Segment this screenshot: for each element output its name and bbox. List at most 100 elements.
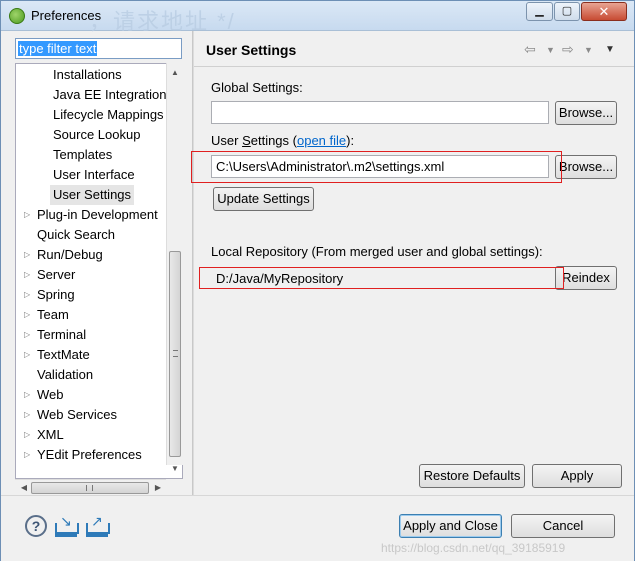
tree-item-label: User Settings — [50, 185, 135, 205]
back-menu-chevron-icon[interactable]: ▼ — [546, 45, 555, 55]
user-settings-label-mnemonic: S — [242, 133, 251, 148]
tree-item-label: Team — [37, 307, 69, 322]
scroll-down-arrow-icon[interactable]: ▼ — [167, 461, 183, 477]
scroll-left-arrow-icon[interactable]: ◀ — [17, 480, 31, 496]
tree-item-label: Java EE Integration — [53, 87, 167, 102]
tree-item-label: Source Lookup — [53, 127, 141, 142]
tree-item[interactable]: Quick Search — [16, 225, 166, 245]
back-arrow-icon[interactable]: ⇦ — [524, 41, 536, 58]
tree-item-label: Installations — [53, 67, 122, 82]
filter-input[interactable]: type filter text — [15, 38, 182, 59]
global-settings-label: Global Settings: — [211, 80, 303, 95]
tree-item-label: XML — [37, 427, 64, 442]
tree-item[interactable]: ▷ Web — [16, 385, 166, 405]
tree-item[interactable]: Source Lookup — [16, 125, 166, 145]
tree-item-label: Run/Debug — [37, 247, 103, 262]
expand-arrow-icon[interactable]: ▷ — [24, 325, 30, 345]
maximize-button[interactable]: ▢ — [554, 2, 580, 21]
tree-item-label: Terminal — [37, 327, 87, 342]
expand-arrow-icon[interactable]: ▷ — [24, 285, 30, 305]
tree-item-label: Templates — [53, 147, 113, 162]
expand-arrow-icon[interactable]: ▷ — [24, 205, 30, 225]
global-settings-input[interactable] — [211, 101, 549, 124]
cancel-button[interactable]: Cancel — [511, 514, 615, 538]
minimize-icon: ▁ — [535, 5, 544, 17]
user-settings-label-prefix: User — [211, 133, 243, 148]
forward-arrow-icon[interactable]: ⇨ — [562, 41, 574, 58]
tree-item-label: Web Services — [37, 407, 117, 422]
tree-item[interactable]: Validation — [16, 365, 166, 385]
forward-menu-chevron-icon[interactable]: ▼ — [584, 45, 593, 55]
tree-horizontal-scrollbar[interactable]: ◀ ▶ — [15, 479, 166, 495]
user-browse-button[interactable]: Browse... — [555, 155, 617, 179]
tree-item[interactable]: Templates — [16, 145, 166, 165]
export-icon[interactable]: ↗ — [86, 513, 110, 537]
tree-item-label: Plug-in Development — [37, 207, 158, 222]
close-button[interactable]: ✕ — [581, 2, 627, 21]
tree-item-label: User Interface — [53, 167, 135, 182]
user-settings-label: User Settings (open file): — [211, 133, 354, 148]
user-settings-input[interactable]: C:\Users\Administrator\.m2\settings.xml — [211, 155, 549, 178]
local-repository-value: D:/Java/MyRepository — [211, 267, 549, 290]
reindex-button[interactable]: Reindex — [555, 266, 617, 290]
tree-item-label: Spring — [37, 287, 75, 302]
expand-arrow-icon[interactable]: ▷ — [24, 425, 30, 445]
watermark-text: https://blog.csdn.net/qq_39185919 — [381, 541, 566, 555]
page-header: User Settings ⇦ ▼ ⇨ ▼ ▼ — [194, 31, 634, 67]
expand-arrow-icon[interactable]: ▷ — [24, 405, 30, 425]
tree-item-label: Server — [37, 267, 76, 282]
scroll-thumb-horizontal[interactable] — [31, 482, 149, 494]
user-settings-label-suffix: ): — [346, 133, 355, 148]
close-icon: ✕ — [598, 4, 610, 19]
tree-item[interactable]: User Settings — [16, 185, 166, 205]
tree-item[interactable]: User Interface — [16, 165, 166, 185]
scroll-thumb[interactable] — [169, 251, 181, 457]
tree-item[interactable]: ▷ Run/Debug — [16, 245, 166, 265]
tree-item[interactable]: ▷ Spring — [16, 285, 166, 305]
export-arrow-icon: ↗ — [91, 513, 103, 529]
tree-item[interactable]: Java EE Integration — [16, 85, 166, 105]
tree-item[interactable]: Lifecycle Mappings — [16, 105, 166, 125]
open-file-link[interactable]: open file — [297, 133, 346, 148]
tree-item[interactable]: ▷ YEdit Preferences — [16, 445, 166, 465]
expand-arrow-icon[interactable]: ▷ — [24, 265, 30, 285]
preferences-tree: Installations Java EE Integration Lifecycl… — [15, 63, 183, 479]
grip-icon — [173, 350, 178, 357]
view-menu-icon[interactable]: ▼ — [605, 44, 615, 55]
tree-item-label: YEdit Preferences — [37, 447, 142, 462]
minimize-button[interactable]: ▁ — [526, 2, 553, 21]
user-settings-label-rest: ettings ( — [250, 133, 297, 148]
help-icon[interactable]: ? — [25, 515, 47, 537]
expand-arrow-icon[interactable]: ▷ — [24, 305, 30, 325]
tree-item-label: Web — [37, 387, 64, 402]
tree-item[interactable]: ▷ Web Services — [16, 405, 166, 425]
expand-arrow-icon[interactable]: ▷ — [24, 245, 30, 265]
preferences-window: Preferences ，请求地址 */ ▁ ▢ ✕ type filter t… — [0, 0, 635, 561]
tree-item[interactable]: ▷ Terminal — [16, 325, 166, 345]
apply-and-close-button[interactable]: Apply and Close — [399, 514, 502, 538]
title-bar[interactable]: Preferences ，请求地址 */ ▁ ▢ ✕ — [1, 1, 634, 34]
tree-item[interactable]: ▷ Server — [16, 265, 166, 285]
global-browse-button[interactable]: Browse... — [555, 101, 617, 125]
tree-item[interactable]: ▷ TextMate — [16, 345, 166, 365]
apply-button[interactable]: Apply — [532, 464, 622, 488]
scroll-right-arrow-icon[interactable]: ▶ — [151, 480, 165, 496]
tree-item[interactable]: ▷ Plug-in Development — [16, 205, 166, 225]
update-settings-button[interactable]: Update Settings — [213, 187, 314, 211]
tree-item[interactable]: ▷ Team — [16, 305, 166, 325]
import-arrow-icon: ↘ — [60, 513, 72, 529]
grip-icon — [86, 485, 93, 491]
import-icon[interactable]: ↘ — [55, 513, 79, 537]
eclipse-app-icon — [9, 8, 25, 24]
user-settings-page: Global Settings: Browse... User Settings… — [191, 68, 634, 495]
restore-defaults-button[interactable]: Restore Defaults — [419, 464, 525, 488]
expand-arrow-icon[interactable]: ▷ — [24, 445, 30, 465]
expand-arrow-icon[interactable]: ▷ — [24, 345, 30, 365]
expand-arrow-icon[interactable]: ▷ — [24, 385, 30, 405]
scroll-up-arrow-icon[interactable]: ▲ — [167, 65, 183, 81]
tree-item-label: Quick Search — [37, 227, 116, 242]
tree-item[interactable]: ▷ XML — [16, 425, 166, 445]
tree-item[interactable]: Installations — [16, 65, 166, 85]
local-repository-label: Local Repository (From merged user and g… — [211, 244, 543, 259]
tree-vertical-scrollbar[interactable]: ▲ ▼ — [166, 63, 183, 473]
